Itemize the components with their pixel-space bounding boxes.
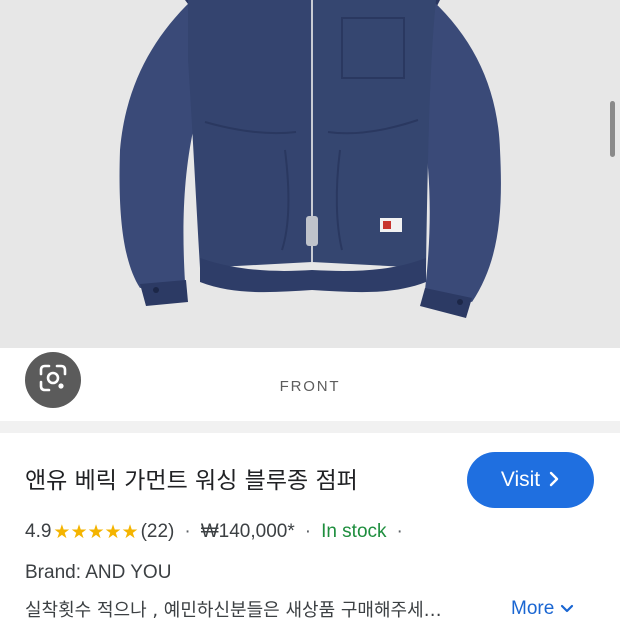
section-divider xyxy=(0,421,620,433)
product-meta-row: 4.9 ★★★★★ (22) · ₩140,000* · In stock · xyxy=(25,519,413,545)
star-rating-icon: ★★★★★ xyxy=(53,521,139,543)
chevron-right-icon xyxy=(548,469,560,491)
separator-dot: · xyxy=(304,521,312,542)
description-row: 실착횟수 적으나 , 예민하신분들은 새상품 구매해주세… More xyxy=(25,596,595,622)
product-image-area[interactable]: FRONT xyxy=(0,0,620,420)
price: ₩140,000* xyxy=(200,521,295,542)
review-count[interactable]: (22) xyxy=(141,521,175,543)
stock-status: In stock xyxy=(321,521,387,542)
chevron-down-icon xyxy=(560,598,574,620)
scrollbar-thumb[interactable] xyxy=(610,101,615,157)
more-label: More xyxy=(511,598,555,619)
jacket-illustration xyxy=(119,0,501,318)
product-description: 실착횟수 적으나 , 예민하신분들은 새상품 구매해주세… xyxy=(25,600,442,621)
separator-dot: · xyxy=(184,521,191,542)
product-photo[interactable] xyxy=(0,0,620,348)
separator-dot: · xyxy=(396,521,403,542)
visit-button[interactable]: Visit xyxy=(467,452,594,508)
brand-label: Brand: AND YOU xyxy=(25,562,172,583)
product-title[interactable]: 앤유 베릭 가먼트 워싱 블루종 점퍼 xyxy=(25,461,358,495)
rating-value: 4.9 xyxy=(25,521,52,542)
more-button[interactable]: More xyxy=(511,598,574,620)
visit-label: Visit xyxy=(500,468,541,491)
image-caption: FRONT xyxy=(279,378,341,395)
